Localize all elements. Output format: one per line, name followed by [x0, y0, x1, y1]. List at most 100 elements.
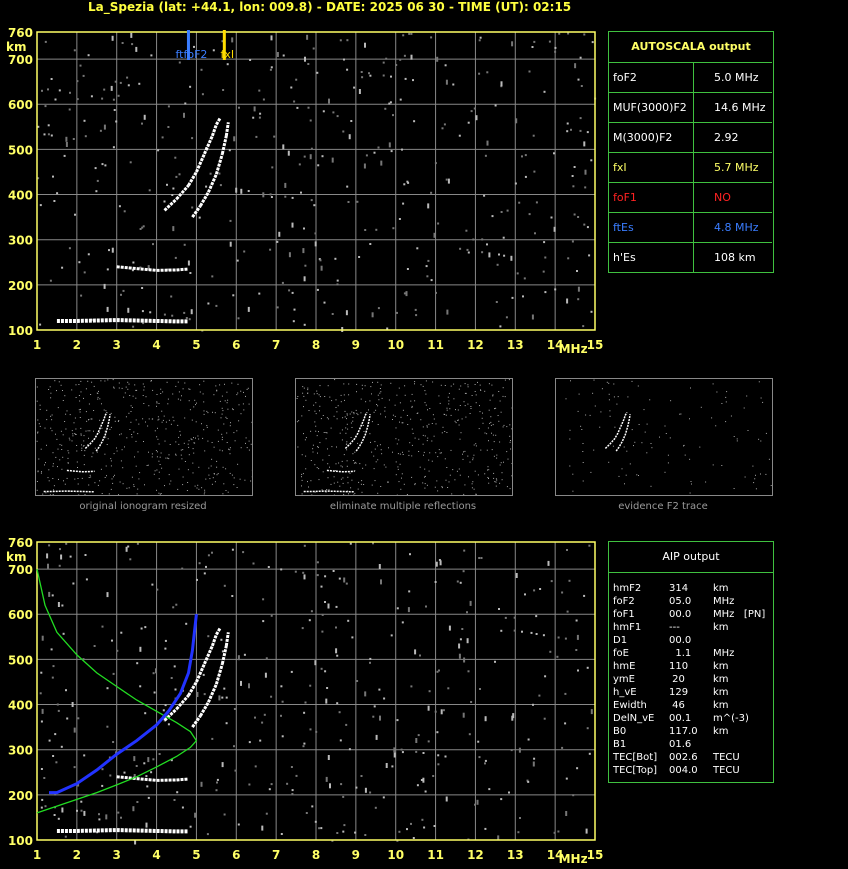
thumb-noise-dot	[401, 473, 403, 475]
noise-dot	[332, 570, 335, 572]
thumb-noise-dot	[617, 396, 619, 398]
noise-dot	[338, 711, 341, 714]
thumb-noise-dot	[156, 456, 158, 458]
noise-dot	[58, 564, 61, 567]
thumb-noise-dot	[118, 387, 120, 389]
thumb-noise-dot	[364, 385, 366, 387]
thumb-noise-dot	[699, 446, 701, 448]
thumb-noise-dot	[446, 467, 448, 468]
thumb-noise-dot	[104, 380, 106, 382]
thumb-noise-dot	[139, 472, 141, 474]
thumb-noise-dot	[129, 395, 131, 396]
noise-dot	[498, 608, 500, 610]
thumb-noise-dot	[80, 408, 81, 410]
noise-dot	[410, 685, 413, 688]
noise-dot	[125, 546, 128, 552]
noise-dot	[303, 155, 306, 158]
thumb-noise-dot	[420, 419, 422, 421]
noise-dot	[588, 752, 591, 755]
thumb-trace	[84, 412, 108, 449]
aip-unit: km	[713, 700, 729, 711]
noise-dot	[443, 123, 446, 126]
noise-dot	[126, 76, 129, 79]
noise-dot	[484, 827, 487, 830]
thumb-noise-dot	[184, 417, 186, 419]
thumb-noise-dot	[396, 394, 398, 396]
noise-dot	[379, 715, 381, 721]
thumb-noise-dot	[599, 426, 601, 428]
thumb-noise-dot	[303, 395, 305, 397]
noise-dot	[335, 648, 338, 654]
noise-dot	[61, 604, 64, 607]
noise-dot	[385, 763, 388, 768]
noise-dot	[401, 751, 404, 754]
noise-dot	[157, 149, 160, 152]
x-tick-label: 9	[352, 848, 360, 862]
thumb-noise-dot	[725, 401, 727, 403]
noise-dot	[56, 192, 59, 195]
noise-dot	[524, 175, 527, 178]
autoscala-value: 14.6 MHz	[714, 101, 766, 114]
thumb-noise-dot	[411, 405, 413, 407]
thumb-noise-dot	[168, 454, 170, 456]
thumb-noise-dot	[211, 442, 213, 443]
autoscala-value-cell: 108 km	[693, 243, 772, 273]
noise-dot	[403, 183, 406, 186]
thumb-noise-dot	[236, 394, 238, 396]
noise-dot	[240, 188, 243, 194]
thumb-noise-dot	[424, 390, 426, 392]
y-tick-label: 100	[8, 834, 33, 848]
aip-unit: km	[713, 674, 729, 685]
noise-dot	[401, 621, 404, 624]
thumb-noise-dot	[147, 464, 149, 466]
thumbnail-evidence	[555, 378, 773, 496]
thumb-noise-dot	[319, 410, 320, 412]
thumb-noise-dot	[322, 415, 324, 416]
noise-dot	[320, 265, 323, 271]
thumb-noise-dot	[156, 469, 158, 471]
thumb-noise-dot	[432, 414, 434, 416]
noise-dot	[231, 548, 234, 551]
thumb-noise-dot	[312, 444, 314, 446]
thumb-noise-dot	[424, 402, 426, 404]
noise-dot	[554, 288, 557, 291]
aip-row-foF1: foF1 00.0 MHz [PN]	[613, 609, 773, 622]
thumb-noise-dot	[371, 451, 373, 453]
noise-dot	[288, 252, 291, 258]
trace-F2_x	[220, 645, 228, 665]
thumb-noise-dot	[205, 478, 207, 480]
thumb-noise-dot	[404, 385, 406, 387]
noise-dot	[198, 562, 201, 565]
noise-dot	[87, 253, 90, 256]
thumb-noise-dot	[487, 466, 489, 468]
thumb-noise-dot	[184, 461, 186, 462]
thumb-noise-dot	[222, 410, 224, 412]
noise-dot	[310, 147, 313, 150]
noise-dot	[426, 275, 429, 278]
thumb-noise-dot	[400, 416, 402, 418]
noise-dot	[535, 633, 538, 635]
noise-dot	[377, 146, 380, 149]
noise-dot	[228, 149, 231, 152]
thumb-noise-dot	[721, 403, 723, 404]
thumb-noise-dot	[711, 417, 713, 419]
thumb-noise-dot	[422, 426, 424, 428]
x-tick-label: 10	[387, 338, 404, 352]
noise-dot	[101, 163, 104, 166]
noise-dot	[205, 565, 207, 568]
thumb-noise-dot	[410, 418, 412, 420]
thumb-noise-dot	[195, 437, 196, 439]
thumb-noise-dot	[91, 381, 93, 383]
aip-key: hmF1	[613, 622, 642, 633]
thumb-noise-dot	[312, 451, 314, 453]
noise-dot	[342, 130, 345, 133]
noise-dot	[221, 696, 224, 699]
noise-dot	[145, 822, 148, 828]
noise-dot	[469, 600, 472, 606]
thumb-noise-dot	[57, 407, 59, 409]
thumb-noise-dot	[387, 481, 388, 483]
noise-dot	[87, 54, 90, 57]
thumb-noise-dot	[72, 433, 74, 435]
thumb-noise-dot	[425, 404, 427, 406]
noise-dot	[284, 195, 287, 198]
